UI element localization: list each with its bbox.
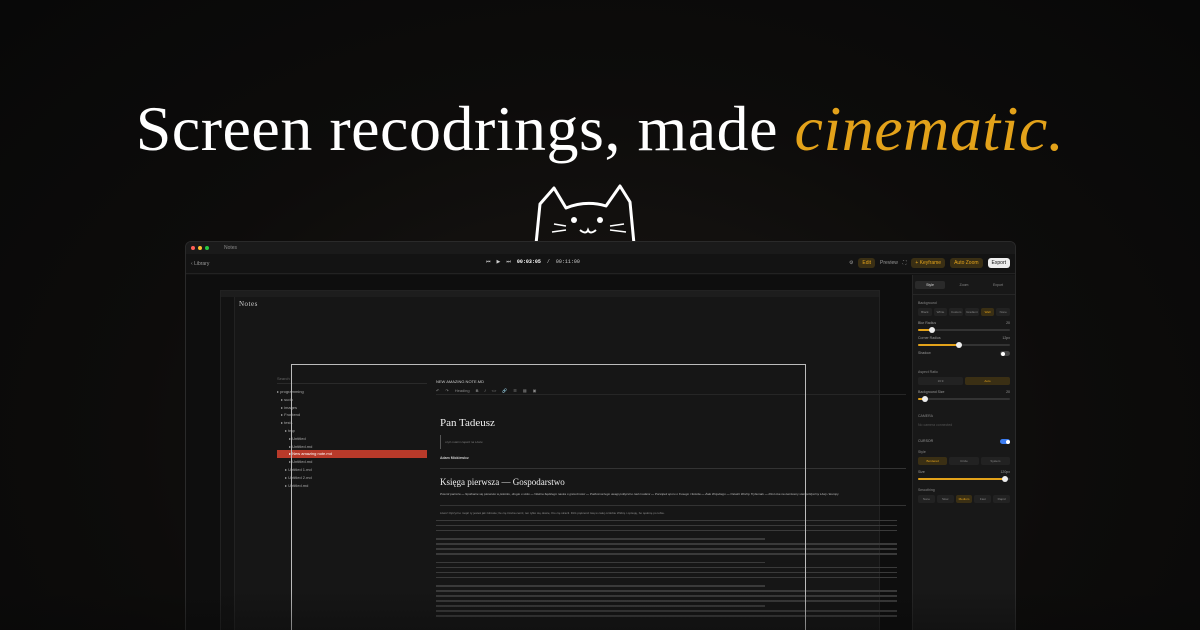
export-button[interactable]: Export (988, 258, 1010, 268)
fullscreen-icon[interactable]: ⛶ (903, 260, 907, 266)
style-label: Style (918, 450, 1010, 454)
time-total: 00:11:00 (556, 259, 580, 265)
hero-accent-text: cinematic. (795, 93, 1065, 164)
inspector-tabs: Style Zoom Export (913, 275, 1015, 295)
hero-main-text: Screen recodrings, made (136, 93, 795, 164)
notes-app-title: Notes (239, 300, 258, 308)
camera-value: No camera connected (918, 423, 952, 427)
edit-tab[interactable]: Edit (858, 258, 875, 268)
cursor-style-option[interactable]: System (981, 457, 1010, 465)
shadow-toggle[interactable] (1000, 351, 1010, 356)
padding-label: Background Size (918, 390, 944, 394)
back-label: Library (194, 261, 209, 267)
back-button[interactable]: ‹ Library (191, 261, 209, 267)
cursor-toggle[interactable] (1000, 439, 1010, 444)
corner-label: Corner Radius (918, 336, 941, 340)
cat-logo-icon (530, 182, 642, 246)
smoothing-option[interactable]: None (918, 495, 935, 503)
inspector-tab-style[interactable]: Style (915, 281, 945, 289)
blur-value: 20 (1006, 321, 1010, 325)
size-label: Size (918, 470, 925, 474)
background-option[interactable]: Custom (949, 308, 963, 316)
preview-canvas[interactable]: Notes Search ▸ programming▸ sudo▸ images… (186, 275, 914, 630)
auto-zoom-button[interactable]: Auto Zoom (950, 258, 982, 268)
title-bar: Notes (186, 242, 1015, 254)
camera-label: CAMERA (918, 414, 1010, 418)
notes-icon-sidebar (221, 297, 235, 630)
inspector-tab-zoom[interactable]: Zoom (949, 283, 979, 287)
smoothing-option[interactable]: Fast (974, 495, 991, 503)
inspector-tab-export[interactable]: Export (983, 283, 1013, 287)
settings-icon[interactable]: ⚙ (849, 260, 853, 266)
transport-controls: ⏮ ▶ ⏭ 00:03:05 / 00:11:00 (486, 259, 580, 265)
cursor-style-options: BorderedCircleSystem (918, 457, 1010, 465)
recorded-titlebar (221, 291, 879, 297)
aspect-options: 16:9Auto (918, 377, 1010, 385)
smoothing-option[interactable]: Medium (956, 495, 973, 503)
corner-slider[interactable] (918, 344, 1010, 346)
time-separator: / (547, 259, 550, 265)
padding-slider[interactable] (918, 398, 1010, 400)
smoothing-option[interactable]: Rapid (993, 495, 1010, 503)
hero-headline: Screen recodrings, made cinematic. (0, 92, 1200, 166)
background-option[interactable]: Gradient (965, 308, 979, 316)
corner-value: 12px (1002, 336, 1010, 340)
inspector-panel: Style Zoom Export Background BlackWhiteCus… (912, 275, 1015, 630)
play-icon[interactable]: ▶ (497, 259, 501, 265)
skip-forward-icon[interactable]: ⏭ (506, 259, 511, 265)
size-value: 120px (1000, 470, 1010, 474)
shadow-label: Shadow (918, 351, 931, 356)
keyframe-button[interactable]: + Keyframe (911, 258, 945, 268)
smoothing-option[interactable]: Slow (937, 495, 954, 503)
background-option[interactable]: Black (918, 308, 932, 316)
recorded-app: Notes Search ▸ programming▸ sudo▸ images… (220, 290, 880, 630)
toolbar-right: ⚙ Edit Preview ⛶ + Keyframe Auto Zoom Ex… (849, 258, 1010, 268)
cursor-label: CURSOR (918, 439, 933, 444)
close-icon[interactable] (191, 246, 195, 250)
blur-label: Blur Radius (918, 321, 936, 325)
cursor-style-option[interactable]: Bordered (918, 457, 947, 465)
size-slider[interactable] (918, 478, 1010, 480)
window-title: Notes (224, 245, 237, 251)
background-label: Background (918, 301, 1010, 305)
smoothing-label: Smoothing (918, 488, 1010, 492)
background-option[interactable]: Wall (981, 308, 995, 316)
preview-tab[interactable]: Preview (880, 260, 898, 266)
recording-area-frame[interactable] (291, 364, 806, 630)
padding-value: 20 (1006, 390, 1010, 394)
background-options: BlackWhiteCustomGradientWallNone (918, 308, 1010, 316)
blur-slider[interactable] (918, 329, 1010, 331)
cursor-style-option[interactable]: Circle (949, 457, 978, 465)
aspect-option[interactable]: 16:9 (918, 377, 963, 385)
background-option[interactable]: White (934, 308, 948, 316)
time-current: 00:03:05 (517, 259, 541, 265)
aspect-label: Aspect Ratio (918, 370, 1010, 374)
toolbar: ‹ Library ⏮ ▶ ⏭ 00:03:05 / 00:11:00 ⚙ Ed… (186, 254, 1015, 274)
background-option[interactable]: None (996, 308, 1010, 316)
smoothing-options: NoneSlowMediumFastRapid (918, 495, 1010, 503)
maximize-icon[interactable] (205, 246, 209, 250)
aspect-option[interactable]: Auto (965, 377, 1010, 385)
skip-back-icon[interactable]: ⏮ (486, 259, 491, 265)
app-window: Notes ‹ Library ⏮ ▶ ⏭ 00:03:05 / 00:11:0… (185, 241, 1016, 630)
minimize-icon[interactable] (198, 246, 202, 250)
